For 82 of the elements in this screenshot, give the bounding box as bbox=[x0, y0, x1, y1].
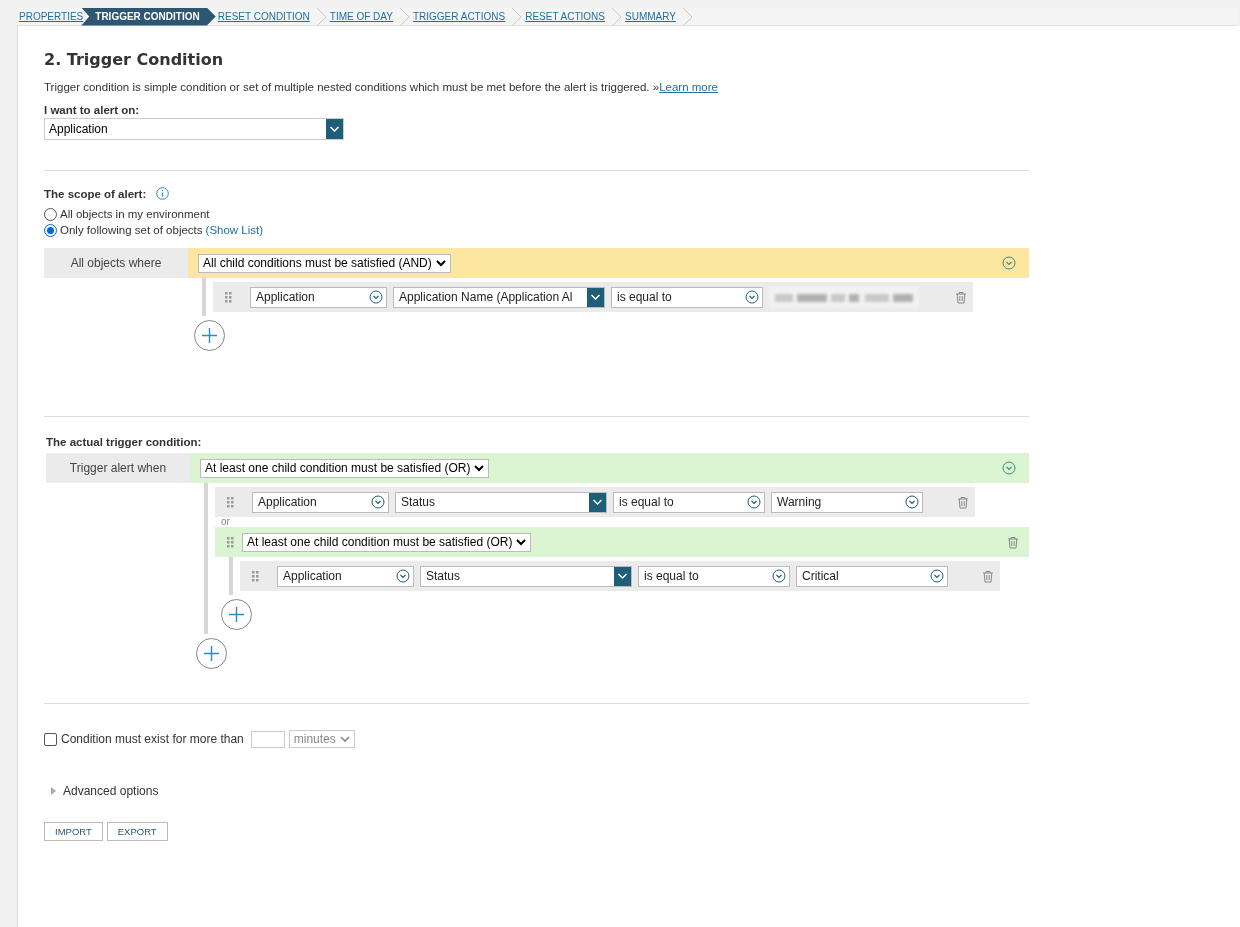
breadcrumb-step[interactable]: SUMMARY bbox=[623, 7, 678, 26]
chevron-down-icon bbox=[371, 495, 385, 509]
object-select[interactable]: Application bbox=[250, 286, 387, 308]
field-label: I want to alert on: bbox=[44, 104, 140, 116]
plus-icon bbox=[203, 645, 220, 662]
caret-icon bbox=[474, 464, 485, 472]
radio-label: All objects in my environment bbox=[60, 208, 210, 220]
add-condition-button[interactable] bbox=[194, 320, 225, 351]
field-select[interactable]: Status bbox=[395, 491, 607, 513]
caret-icon bbox=[339, 735, 350, 743]
group-label: All objects where bbox=[44, 248, 188, 278]
chevron-down-icon bbox=[396, 569, 410, 583]
duration-label: Condition must exist for more than bbox=[61, 732, 244, 746]
trash-icon[interactable] bbox=[1007, 535, 1019, 549]
chevron-down-icon bbox=[326, 119, 343, 139]
joiner-text: or bbox=[220, 517, 231, 527]
value-select[interactable]: Warning bbox=[771, 491, 923, 513]
scope-radio[interactable]: All objects in my environment bbox=[44, 206, 1029, 222]
operator-select[interactable]: is equal to bbox=[613, 491, 765, 513]
unit-select[interactable]: minutes bbox=[288, 730, 355, 748]
caret-icon bbox=[516, 538, 527, 546]
trash-icon[interactable] bbox=[982, 569, 994, 583]
operator-select[interactable]: At least one child condition must be satisfied (OR) bbox=[200, 458, 490, 478]
radio-button[interactable] bbox=[44, 207, 57, 221]
trash-icon[interactable] bbox=[957, 495, 969, 509]
add-condition-button[interactable] bbox=[221, 599, 252, 630]
advanced-options-toggle[interactable]: Advanced options bbox=[44, 784, 1240, 798]
plus-icon bbox=[228, 606, 245, 623]
checkbox[interactable] bbox=[44, 732, 57, 746]
chevron-down-icon bbox=[587, 287, 604, 307]
collapse-icon bbox=[1002, 256, 1016, 270]
operator-select[interactable]: is equal to bbox=[638, 565, 790, 587]
action-button[interactable]: IMPORT bbox=[44, 822, 103, 841]
chevron-down-icon bbox=[614, 566, 631, 586]
drag-handle-icon[interactable] bbox=[227, 496, 234, 508]
radio-label: Only following set of objects bbox=[60, 224, 203, 236]
chevron-down-icon bbox=[747, 495, 761, 509]
expand-triangle-icon bbox=[49, 787, 57, 795]
operator-select[interactable]: At least one child condition must be satisfied (OR) bbox=[242, 532, 532, 552]
breadcrumb-step[interactable]: TRIGGER ACTIONS bbox=[410, 7, 508, 26]
object-select[interactable]: Application bbox=[277, 565, 414, 587]
show-list-link[interactable]: (Show List) bbox=[205, 224, 264, 236]
group-label: Trigger alert when bbox=[46, 453, 190, 483]
learn-more-link[interactable]: Learn more bbox=[659, 81, 718, 93]
info-icon[interactable] bbox=[156, 187, 170, 200]
field-select[interactable]: Application Name (Application Al bbox=[393, 286, 605, 308]
alert-on-select[interactable]: Application bbox=[44, 118, 344, 140]
operator-select[interactable]: All child conditions must be satisfied (AND) bbox=[198, 253, 451, 273]
description-text: Trigger condition is simple condition or set of multiple nested conditions which must be met before the alert is triggered. »Learn more bbox=[44, 81, 719, 93]
caret-icon bbox=[435, 259, 446, 267]
drag-handle-icon[interactable] bbox=[225, 291, 232, 303]
breadcrumb-step[interactable]: TIME OF DAY bbox=[327, 7, 395, 26]
section-label: The actual trigger condition: bbox=[46, 436, 202, 448]
chevron-down-icon bbox=[905, 495, 919, 509]
value-select[interactable]: Critical bbox=[796, 565, 948, 587]
chevron-separator-icon bbox=[315, 7, 328, 26]
field-select[interactable]: Status bbox=[420, 565, 632, 587]
add-condition-button[interactable] bbox=[196, 638, 227, 669]
scope-radio[interactable]: Only following set of objects (Show List) bbox=[44, 222, 1029, 238]
operator-select[interactable]: is equal to bbox=[611, 286, 763, 308]
section-label: The scope of alert: bbox=[44, 187, 147, 200]
chevron-down-icon bbox=[369, 290, 383, 304]
chevron-down-icon bbox=[745, 290, 759, 304]
chevron-down-icon bbox=[589, 492, 606, 512]
breadcrumb-step[interactable]: RESET ACTIONS bbox=[523, 7, 607, 26]
action-button[interactable]: EXPORT bbox=[106, 822, 168, 841]
chevron-separator-icon bbox=[398, 7, 411, 26]
collapse-icon bbox=[1002, 461, 1016, 475]
breadcrumb-step[interactable]: RESET CONDITION bbox=[215, 7, 312, 26]
trash-icon[interactable] bbox=[955, 290, 967, 304]
radio-button[interactable] bbox=[44, 223, 57, 237]
duration-input[interactable] bbox=[250, 730, 285, 748]
drag-handle-icon[interactable] bbox=[227, 536, 234, 548]
chevron-separator-icon bbox=[681, 7, 694, 26]
chevron-separator-icon bbox=[511, 7, 524, 26]
chevron-separator-icon bbox=[611, 7, 623, 26]
chevron-down-icon bbox=[772, 569, 786, 583]
drag-handle-icon[interactable] bbox=[252, 570, 259, 582]
plus-icon bbox=[201, 327, 218, 344]
object-select[interactable]: Application bbox=[252, 491, 389, 513]
chevron-down-icon bbox=[930, 569, 944, 583]
page-heading: 2. Trigger Condition bbox=[44, 50, 225, 69]
